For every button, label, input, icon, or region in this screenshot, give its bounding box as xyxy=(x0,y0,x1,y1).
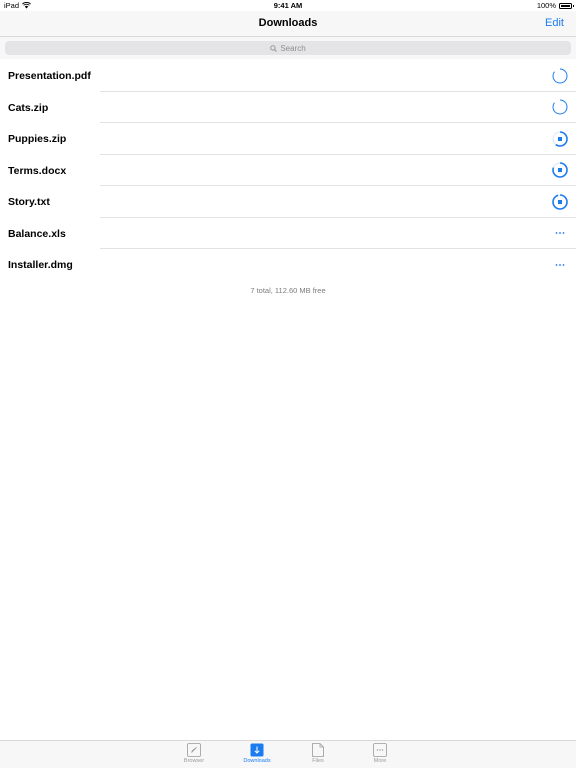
download-file-name: Puppies.zip xyxy=(8,133,67,145)
battery-fill xyxy=(561,4,570,7)
download-status-button[interactable] xyxy=(552,193,568,210)
download-file-name: Installer.dmg xyxy=(8,259,73,271)
tab-label: Downloads xyxy=(243,758,271,764)
tab-files[interactable]: Files xyxy=(298,743,338,764)
search-input[interactable]: Search xyxy=(5,41,571,55)
download-row[interactable]: Installer.dmg xyxy=(0,249,576,281)
stop-progress-icon xyxy=(552,193,568,210)
tab-browser[interactable]: Browser xyxy=(174,743,214,764)
search-placeholder: Search xyxy=(280,43,306,53)
status-right: 100% xyxy=(536,0,574,11)
tab-label: Browser xyxy=(183,758,205,764)
tab-bar: Browser Downloads Files More xyxy=(0,740,576,768)
stop-progress-icon xyxy=(552,162,568,178)
more-icon xyxy=(555,232,565,234)
page-title: Downloads xyxy=(258,17,318,29)
download-row[interactable]: Presentation.pdf xyxy=(0,60,576,92)
download-status-button[interactable] xyxy=(552,130,568,147)
download-row[interactable]: Story.txt xyxy=(0,186,576,218)
search-icon xyxy=(270,44,278,52)
download-row[interactable]: Cats.zip xyxy=(0,92,576,124)
search-bar: Search xyxy=(0,37,576,59)
download-arrow-icon xyxy=(250,743,264,757)
download-status-button[interactable] xyxy=(552,68,568,84)
download-status-button[interactable] xyxy=(552,162,568,178)
download-file-name: Terms.docx xyxy=(8,164,67,177)
tab-more[interactable]: More xyxy=(360,743,400,764)
download-status-button[interactable] xyxy=(552,257,568,273)
stop-progress-icon xyxy=(552,130,568,147)
battery-percent: 100% xyxy=(536,1,556,10)
tab-downloads[interactable]: Downloads xyxy=(237,743,277,764)
file-icon xyxy=(312,743,324,757)
download-file-name: Story.txt xyxy=(8,196,50,208)
download-row[interactable]: Balance.xls xyxy=(0,218,576,250)
status-time: 9:41 AM xyxy=(273,1,303,10)
tab-label: Files xyxy=(312,758,324,764)
download-status-button[interactable] xyxy=(552,225,568,241)
downloads-summary: 7 total, 112.60 MB free xyxy=(250,286,326,295)
spinner-icon xyxy=(552,68,568,83)
tab-label: More xyxy=(373,758,387,764)
downloads-list: Presentation.pdf Cats.zip Puppies.zip Terms… xyxy=(0,60,576,281)
more-icon xyxy=(555,263,565,266)
status-bar: iPad 9:41 AM 100% xyxy=(0,0,576,11)
download-row[interactable]: Puppies.zip xyxy=(0,123,576,155)
more-icon xyxy=(373,743,387,757)
download-row[interactable]: Terms.docx xyxy=(0,155,576,187)
compass-icon xyxy=(187,743,201,757)
download-file-name: Balance.xls xyxy=(8,227,66,240)
spinner-icon xyxy=(552,99,568,115)
download-status-button[interactable] xyxy=(552,99,568,115)
edit-button[interactable]: Edit xyxy=(545,17,564,29)
navigation-bar: Downloads Edit xyxy=(0,11,576,37)
download-file-name: Cats.zip xyxy=(8,101,49,114)
download-file-name: Presentation.pdf xyxy=(8,70,91,82)
battery-icon xyxy=(559,2,574,9)
